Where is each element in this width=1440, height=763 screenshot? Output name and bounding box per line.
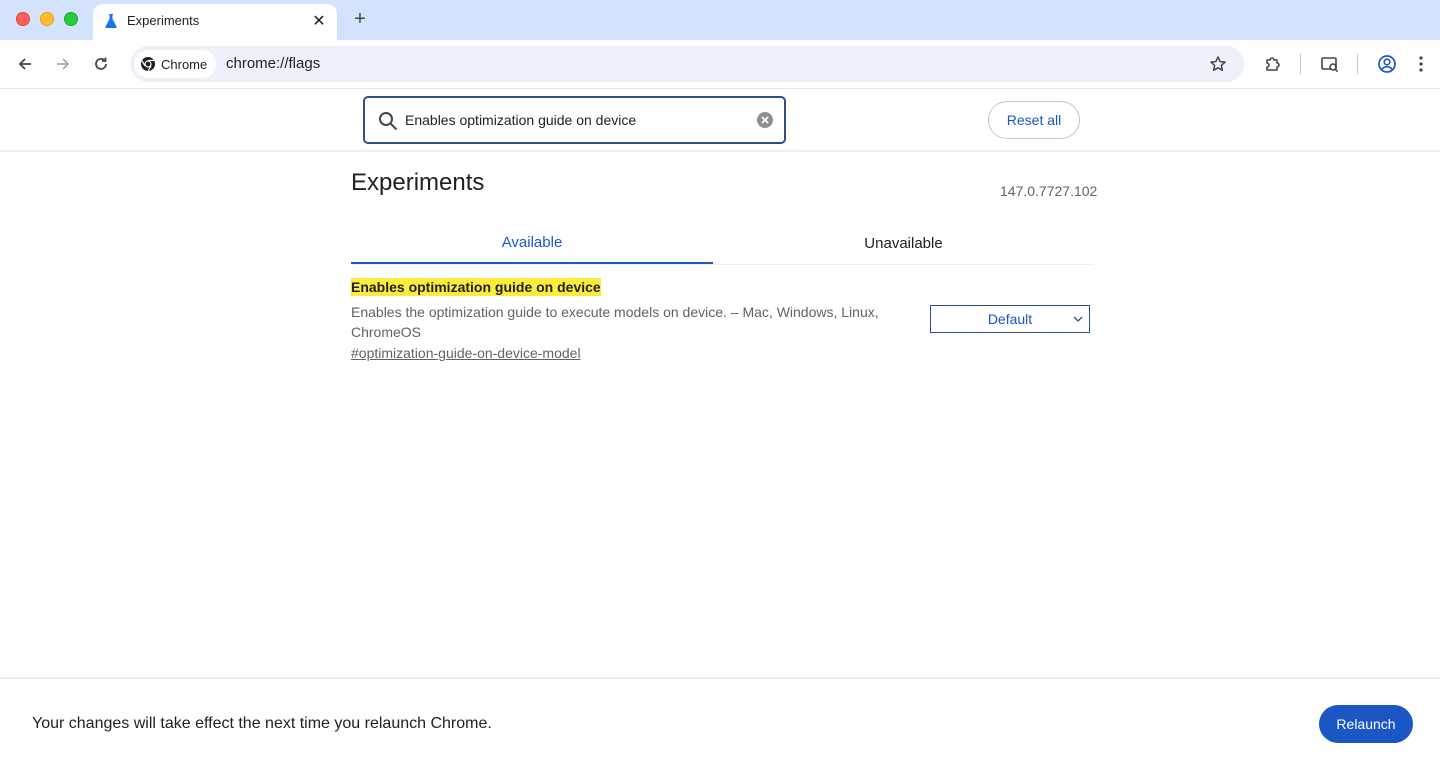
menu-button[interactable] [1409, 52, 1433, 76]
new-tab-button[interactable]: + [348, 7, 372, 31]
clear-search-icon[interactable] [756, 111, 774, 129]
close-tab-icon[interactable]: ✕ [309, 11, 329, 31]
search-box[interactable] [363, 96, 786, 144]
flag-state-select[interactable]: Default [930, 305, 1090, 333]
screen-search-icon [1321, 57, 1339, 73]
browser-tab[interactable]: Experiments ✕ [93, 4, 337, 40]
page-title: Experiments [351, 169, 485, 196]
address-bar[interactable]: Chrome chrome://flags [130, 46, 1244, 82]
relaunch-footer: Your changes will take effect the next t… [0, 677, 1440, 763]
reload-icon [95, 57, 107, 70]
star-icon [1210, 56, 1226, 72]
forward-button[interactable] [51, 52, 75, 76]
minimize-window-button[interactable] [40, 12, 54, 26]
chevron-down-icon [1073, 316, 1083, 322]
flags-header: Reset all [0, 90, 1440, 152]
tab-title: Experiments [127, 13, 200, 28]
reload-button[interactable] [89, 52, 113, 76]
tab-strip: Experiments ✕ + [0, 0, 1440, 40]
browser-toolbar: Chrome chrome://flags [0, 40, 1440, 89]
reset-all-button[interactable]: Reset all [988, 101, 1080, 139]
chip-label: Chrome [161, 56, 208, 72]
tab-available[interactable]: Available [351, 222, 713, 264]
extensions-button[interactable] [1261, 52, 1285, 76]
more-vert-icon [1419, 56, 1423, 72]
back-button[interactable] [13, 52, 37, 76]
select-value: Default [987, 311, 1033, 327]
site-info-chip[interactable]: Chrome [134, 50, 216, 78]
version-number: 147.0.7727.102 [1000, 183, 1098, 199]
flag-permalink[interactable]: #optimization-guide-on-device-model [351, 345, 581, 361]
search-icon [379, 112, 398, 131]
arrow-right-icon [57, 58, 70, 70]
content-tabs: Available Unavailable [351, 222, 1094, 265]
maximize-window-button[interactable] [64, 12, 78, 26]
chrome-logo-icon [141, 57, 155, 72]
flag-description: Enables the optimization guide to execut… [351, 304, 879, 340]
puzzle-icon [1266, 57, 1280, 71]
search-input[interactable] [405, 98, 745, 142]
profile-button[interactable] [1375, 52, 1399, 76]
relaunch-message: Your changes will take effect the next t… [32, 715, 492, 732]
toolbar-divider [1357, 54, 1358, 74]
tab-unavailable[interactable]: Unavailable [713, 222, 1094, 264]
flask-icon [105, 14, 117, 28]
close-window-button[interactable] [16, 12, 30, 26]
bookmark-star-button[interactable] [1206, 52, 1230, 76]
profile-avatar-icon [1378, 55, 1396, 73]
flag-name: Enables optimization guide on device [351, 278, 601, 296]
lens-search-button[interactable] [1318, 52, 1342, 76]
url-text[interactable]: chrome://flags [226, 55, 320, 72]
relaunch-button[interactable]: Relaunch [1319, 705, 1413, 743]
arrow-left-icon [18, 58, 31, 70]
toolbar-divider [1300, 54, 1301, 74]
